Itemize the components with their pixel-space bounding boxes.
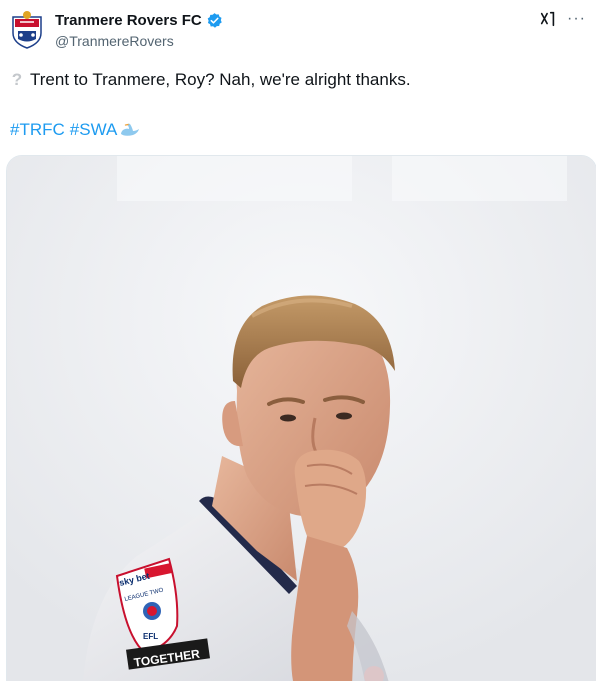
badge-efl-text: EFL [143, 632, 158, 641]
tweet-card: Tranmere Rovers FC @TranmereRovers ··· ?… [0, 0, 596, 681]
tweet-media-image[interactable]: sky bet LEAGUE TWO EFL TOGETHER [6, 155, 596, 681]
tweet-actions-top: ··· [539, 10, 586, 28]
swan-emoji-icon [121, 123, 140, 136]
verified-badge-icon [207, 12, 222, 28]
club-crest-icon [12, 11, 42, 49]
player-photo: sky bet LEAGUE TWO EFL TOGETHER [7, 156, 596, 681]
avatar[interactable] [9, 9, 45, 49]
tweet-body: Trent to Tranmere, Roy? Nah, we're alrig… [30, 70, 411, 89]
handle[interactable]: @TranmereRovers [55, 33, 223, 49]
question-emoji-icon: ? [11, 70, 23, 89]
more-options-icon[interactable]: ··· [567, 10, 586, 28]
hashtag-trfc[interactable]: #TRFC [10, 119, 65, 141]
author-block[interactable]: Tranmere Rovers FC @TranmereRovers [55, 10, 223, 49]
grok-icon[interactable] [539, 10, 557, 28]
hashtag-swa[interactable]: #SWA [70, 119, 118, 141]
display-name[interactable]: Tranmere Rovers FC [55, 12, 202, 29]
tweet-text: ? Trent to Tranmere, Roy? Nah, we're alr… [10, 69, 411, 91]
hashtags: #TRFC #SWA [10, 119, 141, 141]
